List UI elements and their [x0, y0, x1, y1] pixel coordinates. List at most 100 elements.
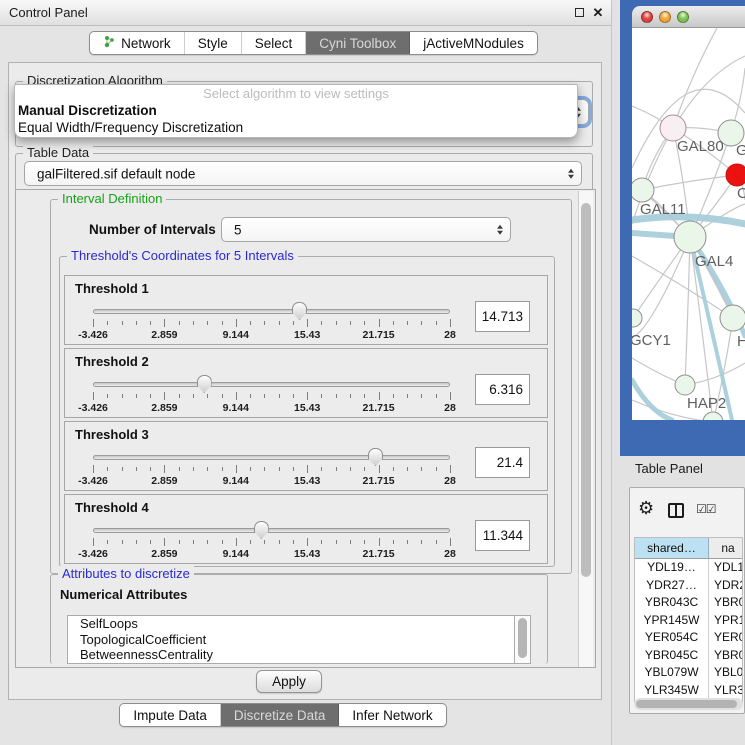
network-edge[interactable] [673, 28, 717, 128]
network-edge[interactable] [685, 237, 690, 385]
table-header-cell[interactable]: na [709, 538, 742, 558]
network-node-H-partial[interactable] [720, 305, 745, 331]
table-row[interactable]: YBR043CYBR0 [635, 594, 742, 612]
tick-mark [436, 321, 437, 325]
dropdown-option-equal-width-frequency[interactable]: Equal Width/Frequency Discretization [15, 120, 577, 137]
apply-button[interactable]: Apply [256, 670, 322, 693]
table-cell[interactable]: YBR043C [635, 594, 709, 612]
tick-mark [164, 392, 165, 400]
table-row[interactable]: YER054CYER0 [635, 629, 742, 647]
table-cell[interactable]: YBL079W [635, 664, 709, 682]
tick-mark [279, 394, 280, 398]
tick-mark [122, 540, 123, 544]
table-data-combobox[interactable]: galFiltered.sif default node [24, 161, 582, 186]
table-row[interactable]: YPR145WYPR1 [635, 612, 742, 630]
tick-mark [250, 394, 251, 398]
close-icon[interactable]: ✕ [590, 5, 606, 21]
scrollbar-thumb[interactable] [518, 618, 527, 658]
table-row[interactable]: YDL19…YDL1 [635, 559, 742, 577]
slider-ticks [93, 319, 450, 328]
threshold-slider[interactable]: -3.4262.8599.14415.4321.71528 [93, 303, 450, 341]
attribute-list-item[interactable]: SelfLoops [68, 616, 514, 632]
table-cell[interactable]: YER054C [635, 629, 709, 647]
table-cell[interactable]: YBR0 [709, 647, 742, 665]
tick-mark [122, 467, 123, 471]
table-header-cell[interactable]: shared… [635, 538, 709, 558]
scrollbar-thumb[interactable] [636, 700, 737, 708]
close-traffic-light-icon[interactable] [641, 11, 653, 23]
table-cell[interactable]: YBL0 [709, 664, 742, 682]
table-row[interactable]: YBL079WYBL0 [635, 664, 742, 682]
dropdown-option-manual-discretization[interactable]: Manual Discretization [15, 103, 577, 120]
tab-infer-network[interactable]: Infer Network [339, 704, 445, 726]
tick-mark [250, 467, 251, 471]
tab-style[interactable]: Style [185, 32, 242, 54]
slider-track[interactable] [93, 309, 450, 314]
tab-cyni-toolbox[interactable]: Cyni Toolbox [306, 32, 410, 54]
scrollbar-thumb[interactable] [581, 203, 591, 577]
network-graph-canvas[interactable]: GAL80GACGAL11GAL4GCY1HHAP2 [632, 28, 745, 420]
table-cell[interactable]: YDR27… [635, 577, 709, 595]
network-node-GCY1[interactable] [632, 309, 642, 327]
zoom-traffic-light-icon[interactable] [677, 11, 689, 23]
num-intervals-combobox[interactable]: 5 [221, 217, 511, 242]
slider-track[interactable] [93, 455, 450, 460]
tick-mark [136, 321, 137, 325]
table-cell[interactable]: YPR145W [635, 612, 709, 630]
network-highlight-edge[interactable] [632, 380, 672, 420]
table-cell[interactable]: YLR3 [709, 682, 742, 700]
table-cell[interactable]: YLR345W [635, 682, 709, 700]
tick-mark [379, 319, 380, 327]
tab-jactivemnodules[interactable]: jActiveMNodules [410, 32, 537, 54]
select-columns-icon[interactable]: ☑☑ [696, 502, 716, 516]
threshold-panel-3: Threshold 3-3.4262.8599.14415.4321.71528… [64, 421, 548, 491]
threshold-value-field[interactable]: 11.344 [475, 520, 530, 551]
tick-mark [279, 321, 280, 325]
table-cell[interactable]: YDL1 [709, 559, 742, 577]
gear-icon[interactable]: ⚙ [638, 499, 654, 517]
table-row[interactable]: YBR045CYBR0 [635, 647, 742, 665]
tab-discretize-data[interactable]: Discretize Data [221, 704, 340, 726]
slider-track[interactable] [93, 528, 450, 533]
threshold-value-field[interactable]: 6.316 [475, 374, 530, 405]
float-window-icon[interactable] [571, 5, 587, 21]
attributes-list-scrollbar[interactable] [515, 615, 531, 664]
table-cell[interactable]: YBR0 [709, 594, 742, 612]
slider-thumb[interactable] [368, 448, 383, 466]
slider-thumb[interactable] [292, 302, 307, 320]
network-node-GAL11[interactable] [632, 178, 654, 202]
threshold-value-field[interactable]: 14.713 [475, 301, 530, 332]
threshold-slider[interactable]: -3.4262.8599.14415.4321.71528 [93, 449, 450, 487]
tab-network[interactable]: Network [90, 32, 185, 54]
attribute-list-item[interactable]: TopologicalCoefficient [68, 632, 514, 648]
threshold-value-field[interactable]: 21.4 [475, 447, 530, 478]
column-split-icon[interactable] [668, 503, 684, 518]
panel-scrollbar[interactable] [578, 191, 593, 667]
slider-thumb[interactable] [197, 375, 212, 393]
network-node-selected-red[interactable] [726, 164, 745, 186]
network-node-HAP2[interactable] [675, 375, 695, 395]
network-window-titlebar[interactable] [632, 6, 745, 28]
table-cell[interactable]: YPR1 [709, 612, 742, 630]
table-row[interactable]: YDR27…YDR2 [635, 577, 742, 595]
network-node-GAL4[interactable] [674, 221, 706, 253]
threshold-slider[interactable]: -3.4262.8599.14415.4321.71528 [93, 522, 450, 560]
network-edge[interactable] [642, 175, 737, 190]
table-row[interactable]: YLR345WYLR3 [635, 682, 742, 700]
attribute-list-item[interactable]: BetweennessCentrality [68, 647, 514, 663]
threshold-label: Threshold 1 [75, 281, 149, 296]
table-cell[interactable]: YER0 [709, 629, 742, 647]
table-cell[interactable]: YDR2 [709, 577, 742, 595]
table-cell[interactable]: YBR045C [635, 647, 709, 665]
slider-track[interactable] [93, 382, 450, 387]
network-node-bottom-node[interactable] [703, 412, 723, 420]
minimize-traffic-light-icon[interactable] [659, 11, 671, 23]
tick-mark [179, 321, 180, 325]
tab-impute-data[interactable]: Impute Data [120, 704, 221, 726]
table-horizontal-scrollbar[interactable] [634, 698, 743, 710]
tick-label: 21.715 [363, 548, 395, 560]
slider-thumb[interactable] [254, 521, 269, 539]
table-cell[interactable]: YDL19… [635, 559, 709, 577]
threshold-slider[interactable]: -3.4262.8599.14415.4321.71528 [93, 376, 450, 414]
tab-select[interactable]: Select [242, 32, 307, 54]
